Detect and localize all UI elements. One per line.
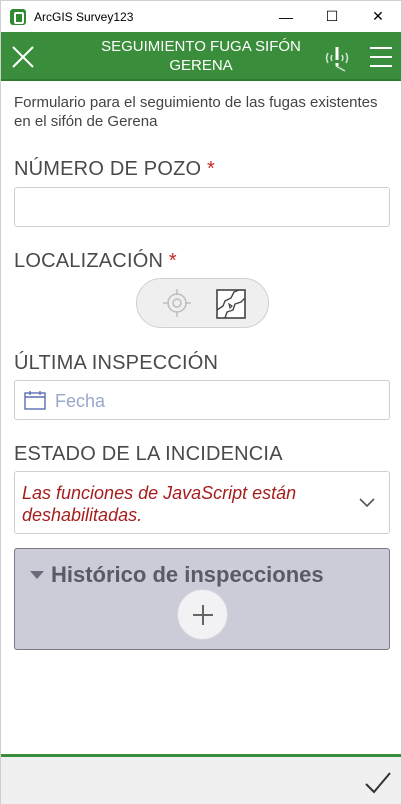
window-titlebar: ArcGIS Survey123 — ☐ ✕ xyxy=(1,1,401,32)
gps-warning-icon[interactable] xyxy=(323,44,351,72)
add-record-button[interactable] xyxy=(177,589,228,640)
geopoint-control xyxy=(136,278,269,328)
window-close-button[interactable]: ✕ xyxy=(355,1,401,32)
survey-footer xyxy=(1,754,401,804)
inspeccion-date-field[interactable]: Fecha xyxy=(14,380,390,420)
window-title: ArcGIS Survey123 xyxy=(34,9,134,24)
historico-title[interactable]: Histórico de inspecciones xyxy=(51,562,324,588)
collapse-caret-icon[interactable] xyxy=(30,571,44,579)
estado-error-message: Las funciones de JavaScript están deshab… xyxy=(22,483,297,525)
estado-label: ESTADO DE LA INCIDENCIA xyxy=(14,443,283,466)
hamburger-menu-icon[interactable] xyxy=(369,46,393,68)
pozo-required-marker: * xyxy=(207,158,216,180)
submit-check-icon[interactable] xyxy=(365,771,391,795)
localizacion-label-text: LOCALIZACIÓN xyxy=(14,250,164,272)
minimize-button[interactable]: — xyxy=(263,1,309,32)
close-icon[interactable] xyxy=(11,45,35,69)
form-description: Formulario para el seguimiento de las fu… xyxy=(14,94,378,130)
maximize-button[interactable]: ☐ xyxy=(309,1,355,32)
historico-repeat-group: Histórico de inspecciones xyxy=(14,548,390,650)
pozo-input[interactable] xyxy=(14,187,390,227)
locate-crosshair-icon[interactable] xyxy=(163,289,191,317)
survey123-app-icon xyxy=(10,8,26,25)
calendar-icon xyxy=(24,391,46,410)
estado-label-text: ESTADO DE LA INCIDENCIA xyxy=(14,443,283,465)
window-controls: — ☐ ✕ xyxy=(263,1,401,32)
date-placeholder: Fecha xyxy=(55,391,106,411)
survey-header: SEGUIMIENTO FUGA SIFÓN GERENA xyxy=(1,32,401,81)
map-icon[interactable] xyxy=(215,288,247,320)
inspeccion-label: ÚLTIMA INSPECCIÓN xyxy=(14,352,218,375)
app-window: ArcGIS Survey123 — ☐ ✕ SEGUIMIENTO FUGA … xyxy=(0,0,402,804)
localizacion-required-marker: * xyxy=(168,250,177,272)
pozo-label-text: NÚMERO DE POZO xyxy=(14,158,202,180)
estado-select[interactable]: Las funciones de JavaScript están deshab… xyxy=(14,471,390,534)
inspeccion-label-text: ÚLTIMA INSPECCIÓN xyxy=(14,352,219,374)
chevron-down-icon xyxy=(359,498,375,508)
pozo-label: NÚMERO DE POZO * xyxy=(14,158,215,181)
localizacion-label: LOCALIZACIÓN * xyxy=(14,250,177,273)
survey-title: SEGUIMIENTO FUGA SIFÓN GERENA xyxy=(101,38,301,74)
